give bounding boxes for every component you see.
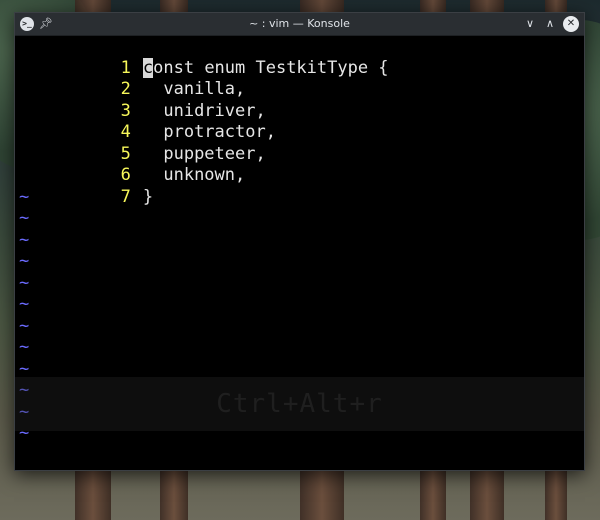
chevron-down-icon: ∨ xyxy=(525,17,535,30)
konsole-window[interactable]: >_ 📌︎ ~ : vim — Konsole ∨ ∧ ✕ 1 const enu… xyxy=(14,12,585,471)
empty-line-marker: ~ xyxy=(19,229,30,250)
shortcut-hint-overlay: Ctrl+Alt+r xyxy=(15,377,584,431)
line-number: 7 xyxy=(120,186,131,207)
line-text: } xyxy=(142,186,154,207)
empty-line-marker: ~ xyxy=(19,294,30,314)
editor-line: 5 puppeteer, xyxy=(15,122,266,164)
window-titlebar[interactable]: >_ 📌︎ ~ : vim — Konsole ∨ ∧ ✕ xyxy=(15,13,584,36)
terminal-view[interactable]: 1 const enum TestkitType { 2 vanilla, 3 u… xyxy=(15,36,584,470)
line-text: unknown, xyxy=(142,165,246,185)
empty-line-marker: ~ xyxy=(19,186,30,207)
editor-line: 2 vanilla, xyxy=(15,58,246,99)
empty-line-marker: ~ xyxy=(19,337,30,357)
window-title: ~ : vim — Konsole xyxy=(249,17,350,30)
minimize-button[interactable]: ∨ xyxy=(522,16,538,32)
editor-line: 6 unknown, xyxy=(15,144,246,185)
chevron-up-icon: ∧ xyxy=(545,17,555,30)
desktop-wallpaper: >_ 📌︎ ~ : vim — Konsole ∨ ∧ ✕ 1 const enu… xyxy=(0,0,600,520)
empty-line-marker: ~ xyxy=(19,251,30,271)
empty-line-marker: ~ xyxy=(19,315,30,336)
editor-line: 7} xyxy=(15,165,154,207)
close-icon: ✕ xyxy=(566,18,576,29)
editor-line: 1 const enum TestkitType { xyxy=(15,36,389,78)
editor-line: 4 protractor, xyxy=(15,101,276,142)
close-button[interactable]: ✕ xyxy=(563,16,579,32)
empty-line-marker: ~ xyxy=(19,208,30,228)
empty-line-marker: ~ xyxy=(19,272,30,293)
maximize-button[interactable]: ∧ xyxy=(542,16,558,32)
editor-line: 3 unidriver, xyxy=(15,79,266,121)
